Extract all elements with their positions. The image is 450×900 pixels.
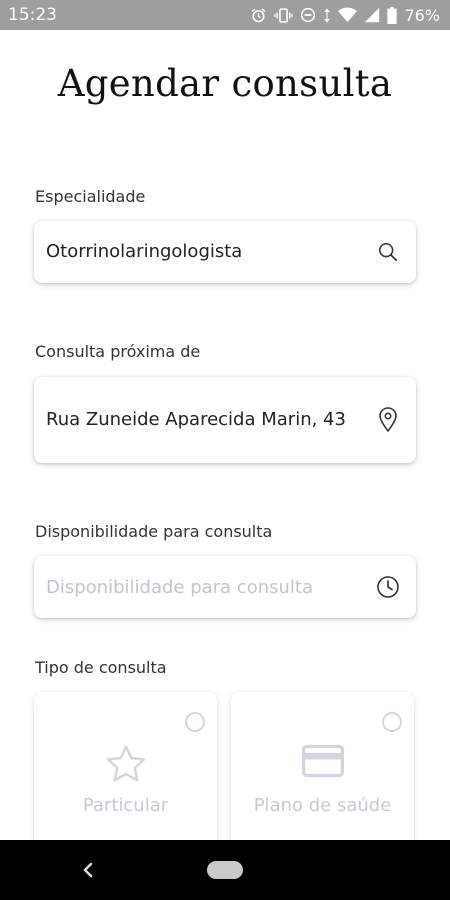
availability-input[interactable]: [46, 576, 376, 598]
status-bar: 15:23 76%: [0, 0, 450, 30]
specialty-value[interactable]: Otorrinolaringologista: [46, 239, 376, 265]
option-health-plan-label: Plano de saúde: [253, 795, 392, 816]
battery-icon: [387, 6, 398, 24]
status-time: 15:23: [8, 5, 57, 25]
credit-card-icon: [231, 744, 414, 778]
alarm-icon: [250, 7, 267, 24]
consult-type-label: Tipo de consulta: [35, 658, 167, 677]
search-icon[interactable]: [376, 240, 400, 264]
specialty-label: Especialidade: [35, 187, 146, 206]
option-particular-radio[interactable]: [185, 712, 205, 732]
dnd-icon: [300, 7, 316, 23]
specialty-field[interactable]: Otorrinolaringologista: [34, 221, 416, 283]
option-health-plan-card[interactable]: Plano de saúde: [231, 692, 414, 852]
location-pin-icon[interactable]: [376, 407, 400, 432]
data-arrows-icon: [323, 7, 331, 24]
wifi-icon: [338, 7, 358, 23]
clock-icon[interactable]: [376, 575, 400, 599]
option-health-plan-radio[interactable]: [382, 712, 402, 732]
navigation-bar: [0, 840, 450, 900]
home-pill-button[interactable]: [207, 861, 243, 879]
status-icons: 76%: [250, 6, 440, 25]
availability-field[interactable]: [34, 556, 416, 618]
location-value[interactable]: Rua Zuneide Aparecida Marin, 43: [46, 407, 376, 433]
location-label: Consulta próxima de: [35, 342, 201, 361]
back-icon[interactable]: [78, 858, 98, 882]
vibrate-icon: [274, 7, 294, 24]
page-title: Agendar consulta: [57, 62, 393, 105]
location-field[interactable]: Rua Zuneide Aparecida Marin, 43: [34, 377, 416, 463]
star-icon: [34, 744, 217, 784]
battery-percentage: 76%: [404, 5, 440, 25]
signal-icon: [364, 7, 380, 23]
option-particular-label: Particular: [82, 795, 169, 816]
availability-label: Disponibilidade para consulta: [35, 522, 273, 541]
option-particular-card[interactable]: Particular: [34, 692, 217, 852]
